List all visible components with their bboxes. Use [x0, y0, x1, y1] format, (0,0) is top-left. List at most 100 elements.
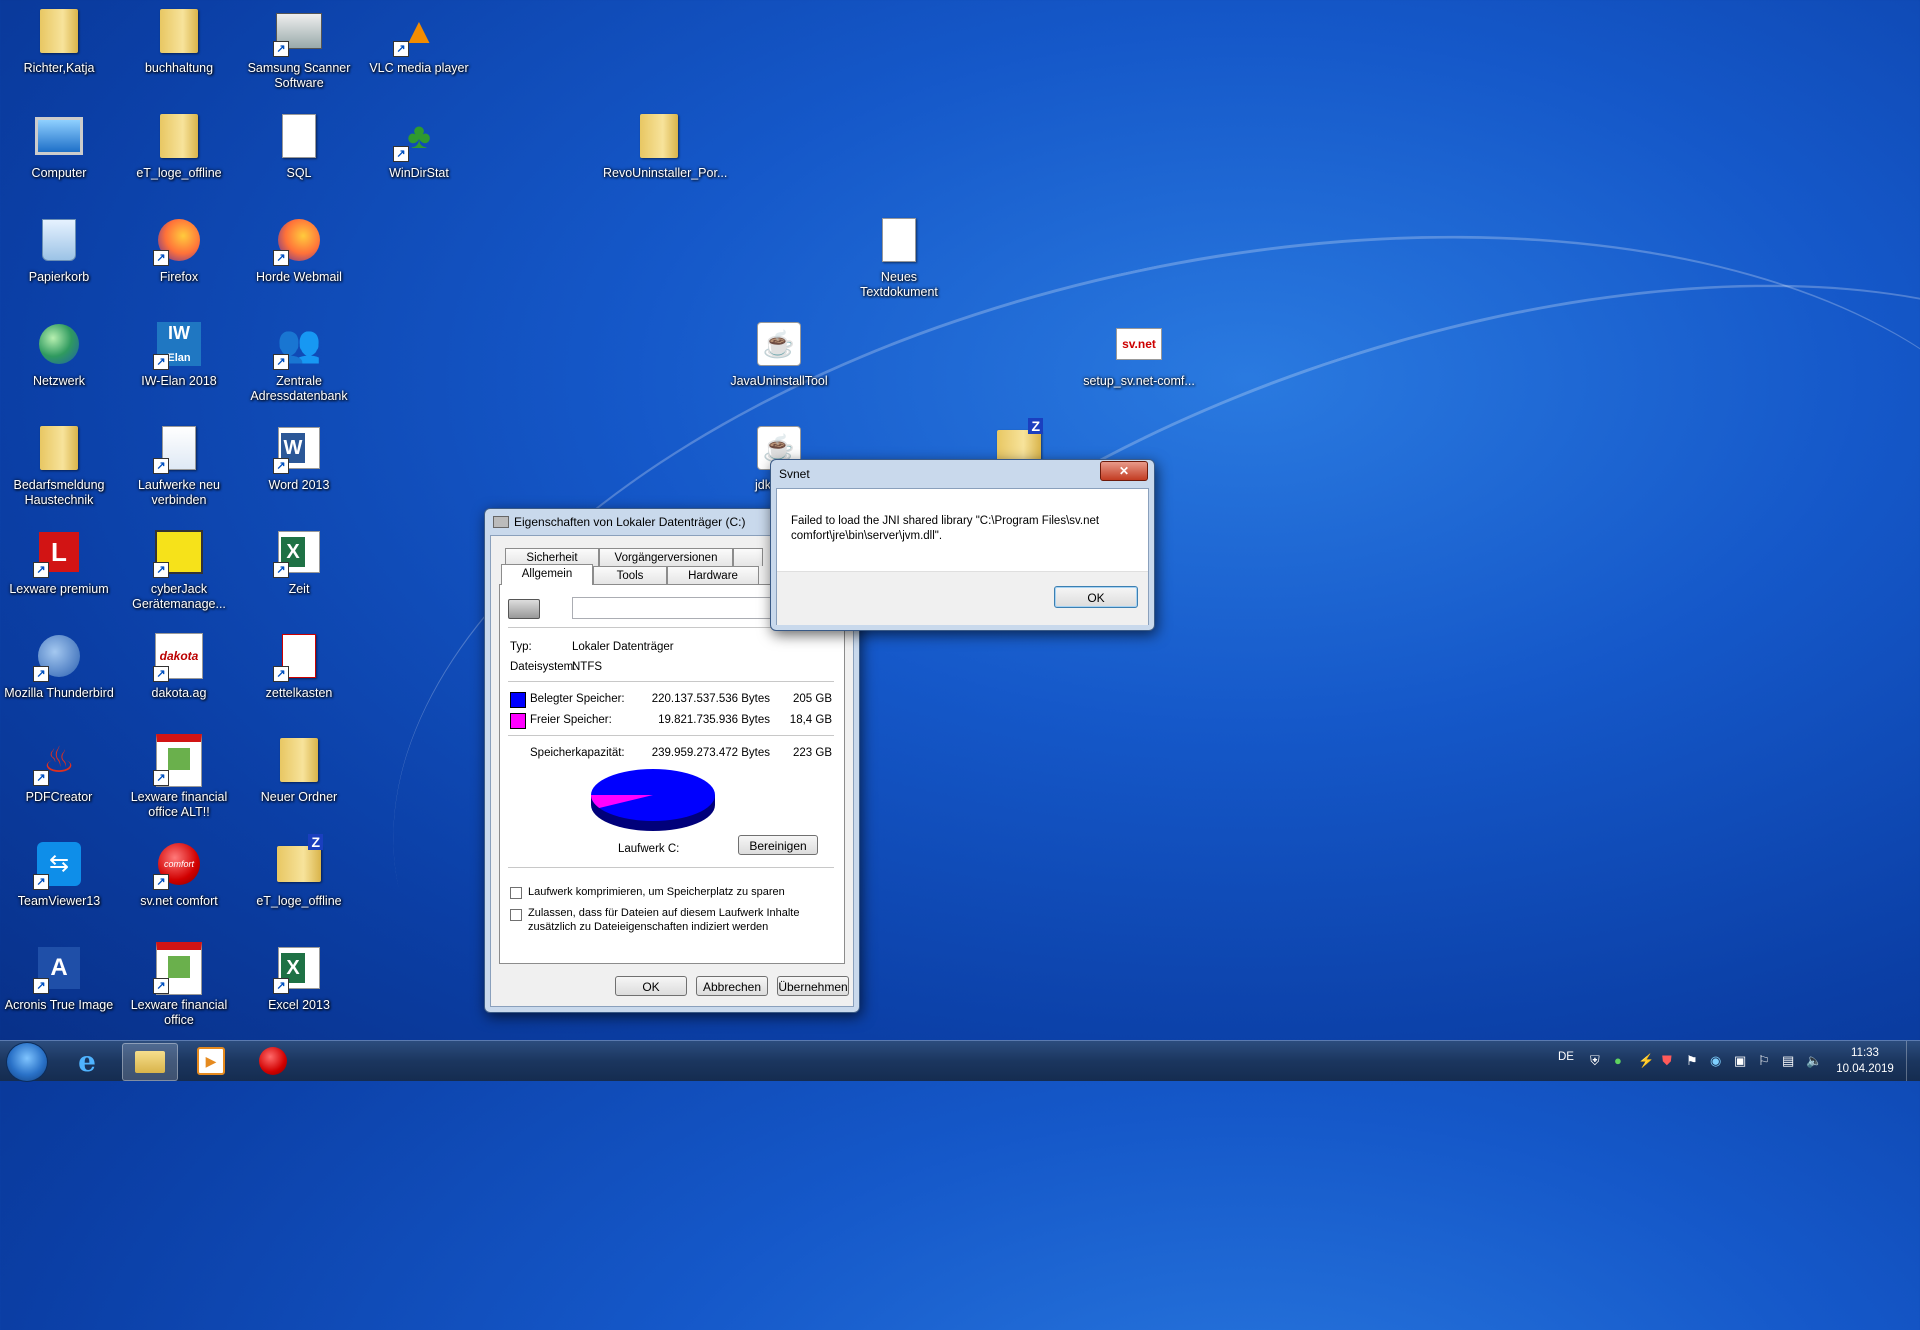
desktop-icon-label: Computer [31, 166, 87, 180]
desktop-icon-computer[interactable]: Computer [3, 110, 115, 181]
used-color-swatch [510, 692, 526, 708]
desktop-icon-papierkorb[interactable]: Papierkorb [3, 214, 115, 285]
internet-explorer-button[interactable]: e [60, 1043, 114, 1079]
shortcut-arrow-icon: ↗ [273, 562, 289, 578]
desktop-icon-teamviewer13[interactable]: ⇆ ↗ TeamViewer13 [3, 838, 115, 909]
desktop-icon-dakota-ag[interactable]: dakota ↗ dakota.ag [123, 630, 235, 701]
desktop-icon-vlc-media-player[interactable]: ▲ ↗ VLC media player [363, 5, 475, 76]
desktop-icon-windirstat[interactable]: ♣ ↗ WinDirStat [363, 110, 475, 181]
tab-vorgaengerversionen[interactable]: Vorgängerversionen [599, 548, 733, 566]
desktop-icon-acronis-true-image[interactable]: A ↗ Acronis True Image [3, 942, 115, 1013]
drive-large-icon [508, 599, 540, 619]
desktop-icon-buchhaltung[interactable]: buchhaltung [123, 5, 235, 76]
ok-button[interactable]: OK [1054, 586, 1138, 608]
tab-hardware[interactable]: Hardware [667, 566, 759, 584]
language-indicator[interactable]: DE [1558, 1051, 1574, 1063]
index-checkbox[interactable] [510, 909, 522, 921]
network-icon[interactable]: ▤ [1782, 1053, 1794, 1069]
cancel-button[interactable]: Abbrechen [696, 976, 768, 996]
check-icon[interactable]: ● [1614, 1053, 1622, 1068]
wallpaper-swoosh [812, 0, 1920, 745]
shield-icon[interactable]: ⛨ [1590, 1053, 1600, 1069]
media-player-icon: ▶ [197, 1047, 225, 1075]
desktop-icon-sv-net-comfort[interactable]: comfort ↗ sv.net comfort [123, 838, 235, 909]
desktop-icon-word-2013[interactable]: W ↗ Word 2013 [243, 422, 355, 493]
compress-checkbox[interactable] [510, 887, 522, 899]
explorer-button[interactable] [122, 1043, 178, 1081]
monitor-icon[interactable]: ▣ [1734, 1053, 1746, 1069]
antivirus-icon[interactable]: ⛊ [1662, 1053, 1672, 1069]
desktop-icon-netzwerk[interactable]: Netzwerk [3, 318, 115, 389]
shortcut-arrow-icon: ↗ [153, 458, 169, 474]
desktop-icon-samsung-scanner-software[interactable]: ↗ Samsung Scanner Software [243, 5, 355, 91]
desktop-icon-label: Zentrale Adressdatenbank [250, 374, 348, 403]
filesystem-label: Dateisystem: [510, 661, 577, 673]
apply-button[interactable]: Übernehmen [777, 976, 849, 996]
desktop-icon-label: Acronis True Image [4, 998, 114, 1012]
media-player-button[interactable]: ▶ [184, 1043, 238, 1079]
cleanup-button[interactable]: Bereinigen [738, 835, 818, 855]
desktop-icon-sql[interactable]: SQL [243, 110, 355, 181]
desktop-icon-lexware-financial-office-alt[interactable]: ↗ Lexware financial office ALT!! [123, 733, 235, 820]
desktop-icon-label: cyberJack Gerätemanage... [132, 582, 226, 611]
desktop-icon-pdfcreator[interactable]: ♨ ↗ PDFCreator [3, 734, 115, 805]
desktop-icon-label: Samsung Scanner Software [247, 61, 351, 90]
action-center-icon[interactable]: ⚐ [1758, 1053, 1770, 1069]
record-app-button[interactable] [246, 1043, 300, 1079]
close-button[interactable]: ✕ [1100, 461, 1148, 481]
type-label: Typ: [510, 641, 532, 653]
title-bar[interactable]: Svnet [771, 460, 1154, 488]
desktop-icon-javauninstalltool[interactable]: ☕ JavaUninstallTool [723, 318, 835, 389]
tab-tools[interactable]: Tools [593, 566, 667, 584]
dakota-icon: dakota ↗ [153, 630, 205, 682]
pdfcreator-icon: ♨ ↗ [33, 734, 85, 786]
desktop-icon-label: SQL [286, 166, 312, 180]
record-app-icon [259, 1047, 287, 1075]
desktop-icon-horde-webmail[interactable]: ↗ Horde Webmail [243, 214, 355, 285]
folder-icon [153, 110, 205, 162]
desktop-icon-et-loge-offline[interactable]: ZeT_loge_offline [243, 834, 355, 909]
desktop-icon-mozilla-thunderbird[interactable]: ↗ Mozilla Thunderbird [3, 630, 115, 701]
clock[interactable]: 11:33 10.04.2019 [1830, 1045, 1900, 1077]
desktop-icon-label: Word 2013 [268, 478, 330, 492]
desktop-icon-neuer-ordner[interactable]: Neuer Ordner [243, 734, 355, 805]
desktop-icon-bedarfsmeldung-haustechnik[interactable]: Bedarfsmeldung Haustechnik [3, 422, 115, 508]
desktop-icon-label: Papierkorb [28, 270, 90, 284]
lexware-calendar-icon: ↗ [153, 941, 205, 995]
desktop-icon-firefox[interactable]: ↗ Firefox [123, 214, 235, 285]
tab-allgemein[interactable]: Allgemein [501, 564, 593, 585]
desktop-icon-revouninstaller-por[interactable]: RevoUninstaller_Por... [603, 110, 727, 181]
volume-muted-icon[interactable]: 🔈 [1806, 1053, 1822, 1069]
network-tray-icon[interactable]: ⚡ [1638, 1053, 1654, 1069]
desktop-icon-neues-textdokument[interactable]: Neues Textdokument [843, 214, 955, 300]
desktop-icon-lexware-financial-office[interactable]: ↗ Lexware financial office [123, 941, 235, 1028]
tab-more[interactable] [733, 548, 763, 566]
desktop-icon-lexware-premium[interactable]: L ↗ Lexware premium [3, 526, 115, 597]
globe-icon[interactable]: ◉ [1710, 1053, 1721, 1069]
show-desktop-button[interactable] [1906, 1041, 1920, 1081]
desktop-icon-et-loge-offline[interactable]: eT_loge_offline [123, 110, 235, 181]
ok-button[interactable]: OK [615, 976, 687, 996]
desktop-icon-setup-sv-net-comf[interactable]: sv.net setup_sv.net-comf... [1083, 318, 1195, 389]
desktop-icon-iw-elan-2018[interactable]: IW Elan ↗ IW-Elan 2018 [123, 318, 235, 389]
desktop-icon-zeit[interactable]: X ↗ Zeit [243, 526, 355, 597]
shortcut-arrow-icon: ↗ [153, 978, 169, 994]
start-button[interactable] [6, 1042, 48, 1082]
desktop-icon-cyberjack-ger-temanage[interactable]: ↗ cyberJack Gerätemanage... [123, 526, 235, 612]
desktop-icon-zettelkasten[interactable]: ↗ zettelkasten [243, 630, 355, 701]
desktop-icon-richter-katja[interactable]: Richter,Katja [3, 5, 115, 76]
flag-icon[interactable]: ⚑ [1686, 1053, 1698, 1069]
internet-explorer-icon: e [78, 1044, 96, 1078]
desktop-icon-excel-2013[interactable]: X ↗ Excel 2013 [243, 942, 355, 1013]
desktop-icon-laufwerke-neu-verbinden[interactable]: ↗ Laufwerke neu verbinden [123, 422, 235, 508]
free-color-swatch [510, 713, 526, 729]
shortcut-arrow-icon: ↗ [33, 562, 49, 578]
shortcut-arrow-icon: ↗ [273, 250, 289, 266]
dialog-title: Svnet [779, 467, 810, 481]
dialog-body: Failed to load the JNI shared library "C… [776, 488, 1149, 625]
desktop-icon-zentrale-adressdatenbank[interactable]: 👥 ↗ Zentrale Adressdatenbank [243, 318, 355, 404]
shortcut-arrow-icon: ↗ [33, 770, 49, 786]
folder-icon [153, 5, 205, 57]
tree-icon: ♣ ↗ [393, 110, 445, 162]
recycle-bin-icon [33, 214, 85, 266]
